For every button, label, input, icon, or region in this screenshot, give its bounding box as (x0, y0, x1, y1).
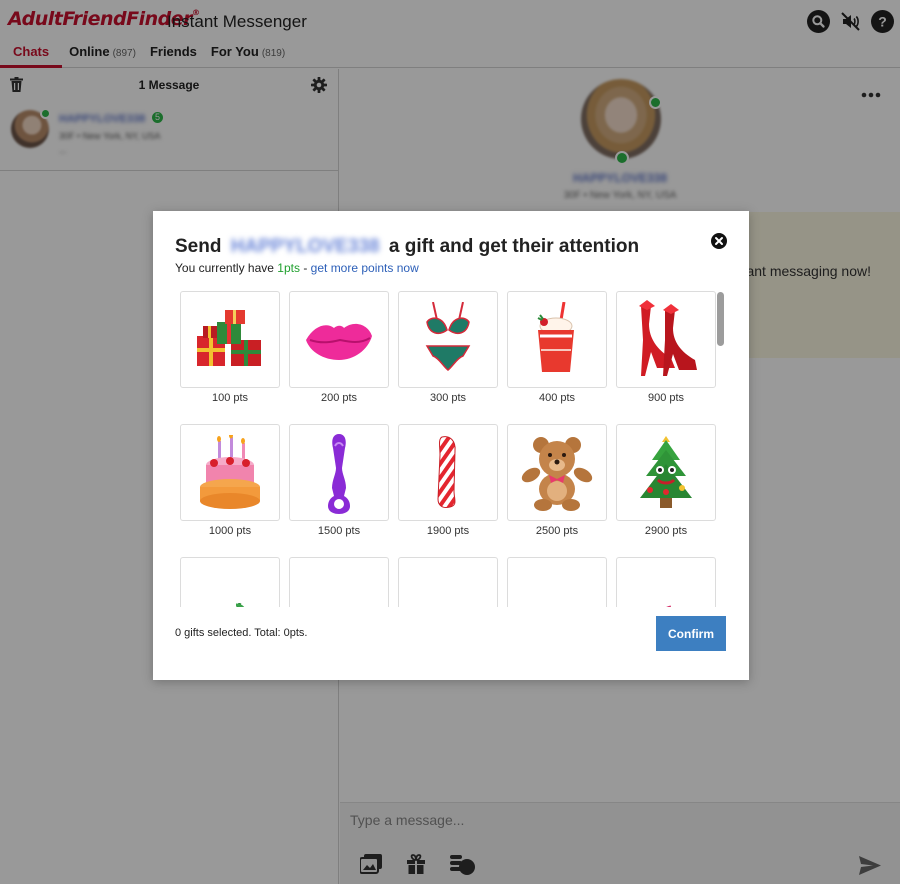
gift-item[interactable] (289, 557, 389, 607)
gift-box (289, 424, 389, 521)
gift-box (616, 557, 716, 607)
gift-price: 2500 pts (535, 525, 579, 537)
gift-boxes-icon (197, 309, 261, 366)
recipient-name: HAPPYLOVE338 (230, 236, 380, 257)
gift-price: 400 pts (538, 392, 576, 404)
gift-item[interactable]: 2500 pts (507, 424, 607, 557)
gift-box (398, 424, 498, 521)
gift-modal: Send HAPPYLOVE338 a gift and get their a… (153, 211, 749, 680)
selection-summary: 0 gifts selected. Total: 0pts. (175, 627, 308, 639)
gift-box (507, 291, 607, 388)
gift-grid: 100 pts 200 pts 300 pts 400 pts 900 pts … (180, 291, 726, 607)
gift-item[interactable]: 1500 pts (289, 424, 389, 557)
gift-item[interactable]: 2900 pts (616, 424, 716, 557)
gift-box (180, 557, 280, 607)
gift-item[interactable] (507, 557, 607, 607)
gift-item[interactable]: 1900 pts (398, 424, 498, 557)
points-value: 1pts (277, 261, 300, 275)
gift-box (616, 291, 716, 388)
gift-price: 1000 pts (208, 525, 252, 537)
gift-grid-scroll[interactable]: 100 pts 200 pts 300 pts 400 pts 900 pts … (180, 291, 726, 607)
gift-box (616, 424, 716, 521)
gift-item[interactable]: 1000 pts (180, 424, 280, 557)
gift-price: 200 pts (320, 392, 358, 404)
gift-price: 900 pts (647, 392, 685, 404)
gift-box (507, 557, 607, 607)
gift-item[interactable]: 100 pts (180, 291, 280, 424)
teddy-bear-icon (521, 436, 593, 511)
confirm-button[interactable]: Confirm (656, 616, 726, 651)
gift-box (398, 291, 498, 388)
gift-box (180, 291, 280, 388)
gift-price: 2900 pts (644, 525, 688, 537)
title-prefix: Send (175, 236, 222, 257)
purple-toy-icon (328, 433, 350, 514)
gift-item[interactable]: 400 pts (507, 291, 607, 424)
whip-icon (666, 605, 671, 607)
cocktail-icon (235, 603, 245, 607)
balance-label: You currently have (175, 261, 274, 275)
gift-box (398, 557, 498, 607)
gift-price: 1500 pts (317, 525, 361, 537)
candy-cane-toy-icon (437, 435, 456, 508)
gift-box (180, 424, 280, 521)
cake-icon (200, 434, 260, 509)
christmas-tree-icon (640, 435, 692, 508)
gift-box (289, 291, 389, 388)
gift-box (507, 424, 607, 521)
gift-item[interactable] (180, 557, 280, 607)
gift-grid-scrollbar[interactable] (717, 292, 724, 346)
lips-icon (306, 323, 372, 360)
get-more-points-link[interactable]: get more points now (311, 261, 419, 275)
gift-item[interactable]: 300 pts (398, 291, 498, 424)
orchid-icon (319, 603, 359, 607)
lingerie-icon (425, 301, 471, 371)
gift-item[interactable]: 900 pts (616, 291, 716, 424)
modal-title: Send HAPPYLOVE338 a gift and get their a… (175, 236, 639, 258)
gift-price: 100 pts (211, 392, 249, 404)
points-balance-line: You currently have 1pts - get more point… (175, 261, 419, 275)
gift-price: 300 pts (429, 392, 467, 404)
gift-item[interactable]: 200 pts (289, 291, 389, 424)
boots-icon (639, 299, 697, 376)
separator: - (303, 261, 308, 275)
gift-price: 1900 pts (426, 525, 470, 537)
gift-item[interactable] (616, 557, 716, 607)
gift-box (289, 557, 389, 607)
drink-icon (537, 301, 574, 372)
close-icon[interactable] (711, 233, 727, 249)
gift-item[interactable] (398, 557, 498, 607)
title-suffix: a gift and get their attention (388, 236, 640, 257)
